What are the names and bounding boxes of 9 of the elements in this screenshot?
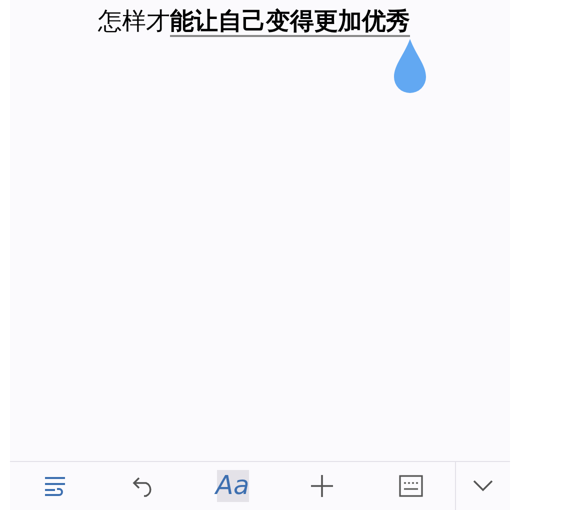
document-text: 怎样才: [98, 7, 170, 35]
selection-handle-icon[interactable]: [392, 39, 428, 95]
selected-text: 能让自己变得更加优秀: [170, 7, 410, 37]
font-icon: Aa: [216, 473, 250, 499]
font-button[interactable]: Aa: [188, 462, 277, 510]
keyboard-icon: [398, 475, 422, 497]
plus-icon: [310, 474, 334, 498]
wrap-text-icon: [42, 475, 66, 497]
chevron-down-icon: [473, 480, 493, 492]
